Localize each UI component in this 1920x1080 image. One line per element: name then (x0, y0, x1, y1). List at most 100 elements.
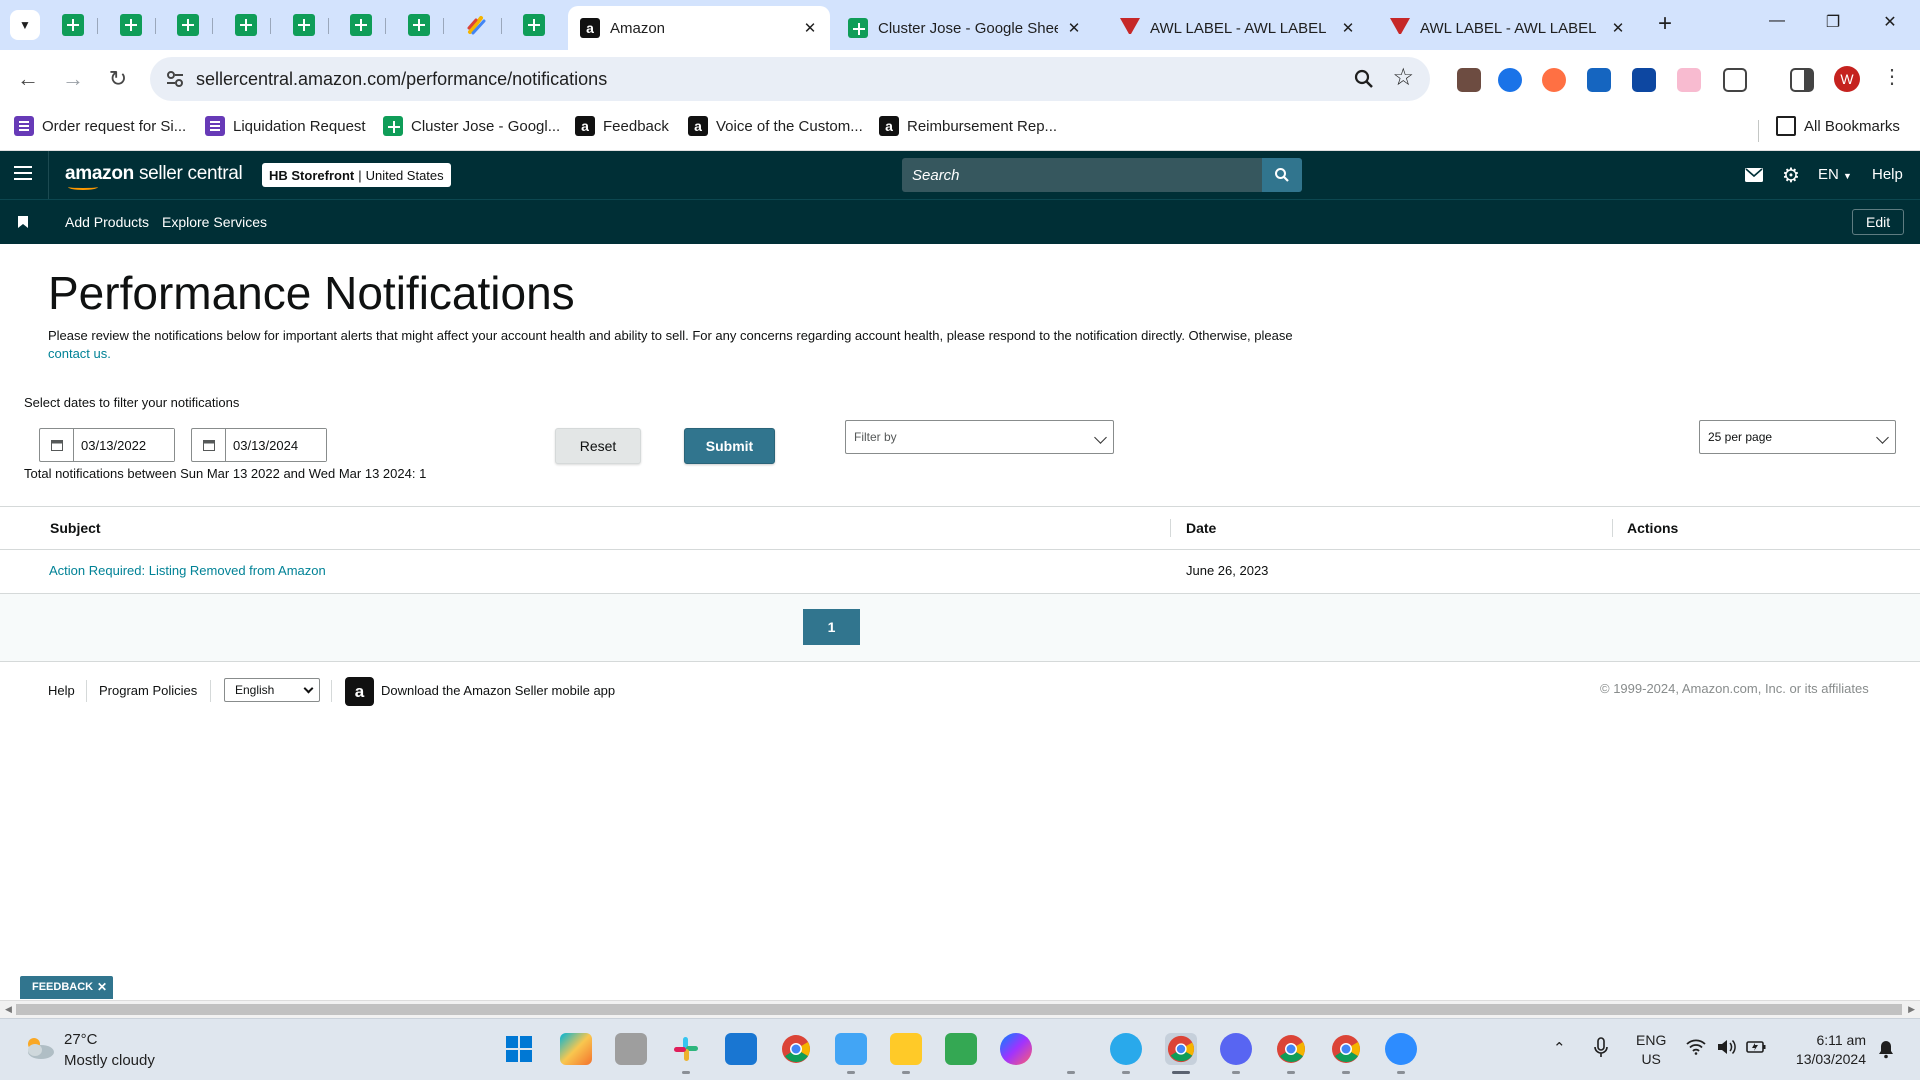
scroll-left-icon[interactable]: ◀ (5, 1004, 12, 1015)
store-switcher[interactable]: HB Storefront | United States (262, 163, 451, 187)
settings-gear-icon[interactable]: ⚙ (1782, 163, 1800, 188)
nav-add-products[interactable]: Add Products (65, 214, 149, 230)
file-explorer-icon[interactable] (890, 1033, 922, 1065)
calendar-icon[interactable] (40, 429, 74, 461)
url-text[interactable]: sellercentral.amazon.com/performance/not… (196, 69, 607, 90)
notification-subject-link[interactable]: Action Required: Listing Removed from Am… (49, 563, 326, 578)
pinned-tab-sheets[interactable] (225, 8, 267, 42)
bookmark-star-icon[interactable]: ☆ (1392, 65, 1414, 91)
tab-awl-label-2[interactable]: AWL LABEL - AWL LABEL ✕ (1378, 6, 1638, 50)
column-header-date[interactable]: Date (1186, 520, 1216, 536)
google-meet-icon[interactable] (945, 1033, 977, 1065)
tab-cluster-jose[interactable]: Cluster Jose - Google Sheets ✕ (836, 6, 1094, 50)
help-link[interactable]: Help (1872, 166, 1903, 183)
date-from-input[interactable] (74, 429, 174, 461)
search-button[interactable] (1262, 158, 1302, 192)
telegram-app-icon[interactable] (1110, 1033, 1142, 1065)
weather-temperature[interactable]: 27°C (64, 1031, 98, 1048)
close-tab-icon[interactable]: ✕ (802, 19, 818, 37)
messenger-app-icon[interactable] (1000, 1033, 1032, 1065)
all-bookmarks-button[interactable]: All Bookmarks (1776, 116, 1900, 136)
bookmark-icon[interactable] (18, 216, 28, 228)
footer-program-policies-link[interactable]: Program Policies (99, 683, 197, 698)
edit-nav-button[interactable]: Edit (1852, 209, 1905, 235)
footer-help-link[interactable]: Help (48, 683, 75, 698)
date-to-input[interactable] (226, 429, 326, 461)
bookmark-item[interactable]: Liquidation Request (205, 116, 366, 136)
copilot-app-icon[interactable] (560, 1033, 592, 1065)
back-icon[interactable]: ← (13, 64, 43, 94)
per-page-dropdown[interactable]: 25 per page (1699, 420, 1896, 454)
chrome-profile-app-icon[interactable] (1275, 1033, 1307, 1065)
chrome-app-icon[interactable] (780, 1033, 812, 1065)
bookmark-item[interactable]: a Reimbursement Rep... (879, 116, 1057, 136)
pinned-tab-sheets[interactable] (52, 8, 94, 42)
system-clock[interactable]: 6:11 am 13/03/2024 (1786, 1031, 1866, 1069)
filter-by-dropdown[interactable]: Filter by (845, 420, 1114, 454)
pinned-tab-sheets[interactable] (340, 8, 382, 42)
new-tab-button[interactable]: + (1652, 12, 1678, 38)
address-bar[interactable]: sellercentral.amazon.com/performance/not… (150, 57, 1430, 101)
bookmark-item[interactable]: a Feedback (575, 116, 669, 136)
bookmark-item[interactable]: Cluster Jose - Googl... (383, 116, 560, 136)
pinned-tab-pencil[interactable] (456, 8, 498, 42)
submit-button[interactable]: Submit (684, 428, 775, 464)
extensions-puzzle-icon[interactable] (1723, 68, 1747, 92)
task-view-icon[interactable] (615, 1033, 647, 1065)
volume-icon[interactable] (1716, 1039, 1736, 1055)
horizontal-scrollbar[interactable]: ◀ ▶ (0, 1000, 1920, 1018)
scroll-right-icon[interactable]: ▶ (1908, 1004, 1915, 1015)
extension-icon[interactable] (1632, 68, 1656, 92)
tab-amazon[interactable]: a Amazon ✕ (568, 6, 830, 50)
site-info-icon[interactable] (164, 68, 186, 90)
seller-central-logo[interactable]: amazon seller central (65, 163, 243, 185)
date-from-picker[interactable] (39, 428, 175, 462)
tab-search-button[interactable]: ▼ (10, 10, 40, 40)
restore-icon[interactable]: ❐ (1823, 12, 1843, 32)
tab-awl-label[interactable]: AWL LABEL - AWL LABEL ✕ (1108, 6, 1368, 50)
calendar-icon[interactable] (192, 429, 226, 461)
reset-button[interactable]: Reset (555, 428, 641, 464)
bookmark-item[interactable]: Order request for Si... (14, 116, 186, 136)
bookmark-item[interactable]: a Voice of the Custom... (688, 116, 863, 136)
more-menu-icon[interactable]: ⋮ (1882, 64, 1902, 89)
page-button-current[interactable]: 1 (803, 609, 860, 645)
close-tab-icon[interactable]: ✕ (1610, 19, 1626, 37)
search-input[interactable] (902, 158, 1262, 192)
input-language-indicator[interactable]: ENG US (1636, 1031, 1666, 1069)
side-panel-icon[interactable] (1790, 68, 1814, 92)
zoom-icon[interactable] (1352, 67, 1376, 91)
notepad-app-icon[interactable] (835, 1033, 867, 1065)
extension-icon[interactable] (1498, 68, 1522, 92)
tray-overflow-chevron-icon[interactable]: ⌃ (1553, 1039, 1566, 1057)
pinned-tab-sheets[interactable] (398, 8, 440, 42)
pinned-tab-sheets[interactable] (167, 8, 209, 42)
close-window-icon[interactable]: ✕ (1880, 12, 1900, 32)
weather-description[interactable]: Mostly cloudy (64, 1052, 155, 1069)
minimize-icon[interactable]: — (1767, 12, 1787, 30)
notification-bell-icon[interactable] (1876, 1039, 1896, 1059)
close-tab-icon[interactable]: ✕ (1340, 19, 1356, 37)
discord-app-icon[interactable] (1220, 1033, 1252, 1065)
slack-app-icon[interactable] (670, 1033, 702, 1065)
hamburger-menu-icon[interactable] (14, 166, 32, 180)
feedback-tab[interactable]: FEEDBACK ✕ (20, 976, 113, 999)
chrome-profile-app-icon[interactable] (1330, 1033, 1362, 1065)
mail-app-icon[interactable] (725, 1033, 757, 1065)
column-header-subject[interactable]: Subject (50, 520, 101, 536)
cloud-weather-icon[interactable] (22, 1035, 56, 1061)
mail-icon[interactable] (1745, 168, 1763, 182)
wifi-icon[interactable] (1686, 1039, 1706, 1055)
amazon-app-icon[interactable]: a (345, 677, 374, 706)
footer-language-select[interactable]: English (224, 678, 320, 702)
extension-icon[interactable] (1542, 68, 1566, 92)
contact-us-link[interactable]: contact us. (48, 346, 111, 361)
date-to-picker[interactable] (191, 428, 327, 462)
profile-avatar[interactable]: W (1834, 66, 1860, 92)
pinned-tab-sheets[interactable] (513, 8, 555, 42)
language-selector[interactable]: EN ▼ (1818, 166, 1852, 183)
extension-chart-icon[interactable] (1587, 68, 1611, 92)
extension-off-icon[interactable] (1457, 68, 1481, 92)
close-tab-icon[interactable]: ✕ (1066, 19, 1082, 37)
chrome-profile-app-icon[interactable] (1165, 1033, 1197, 1065)
